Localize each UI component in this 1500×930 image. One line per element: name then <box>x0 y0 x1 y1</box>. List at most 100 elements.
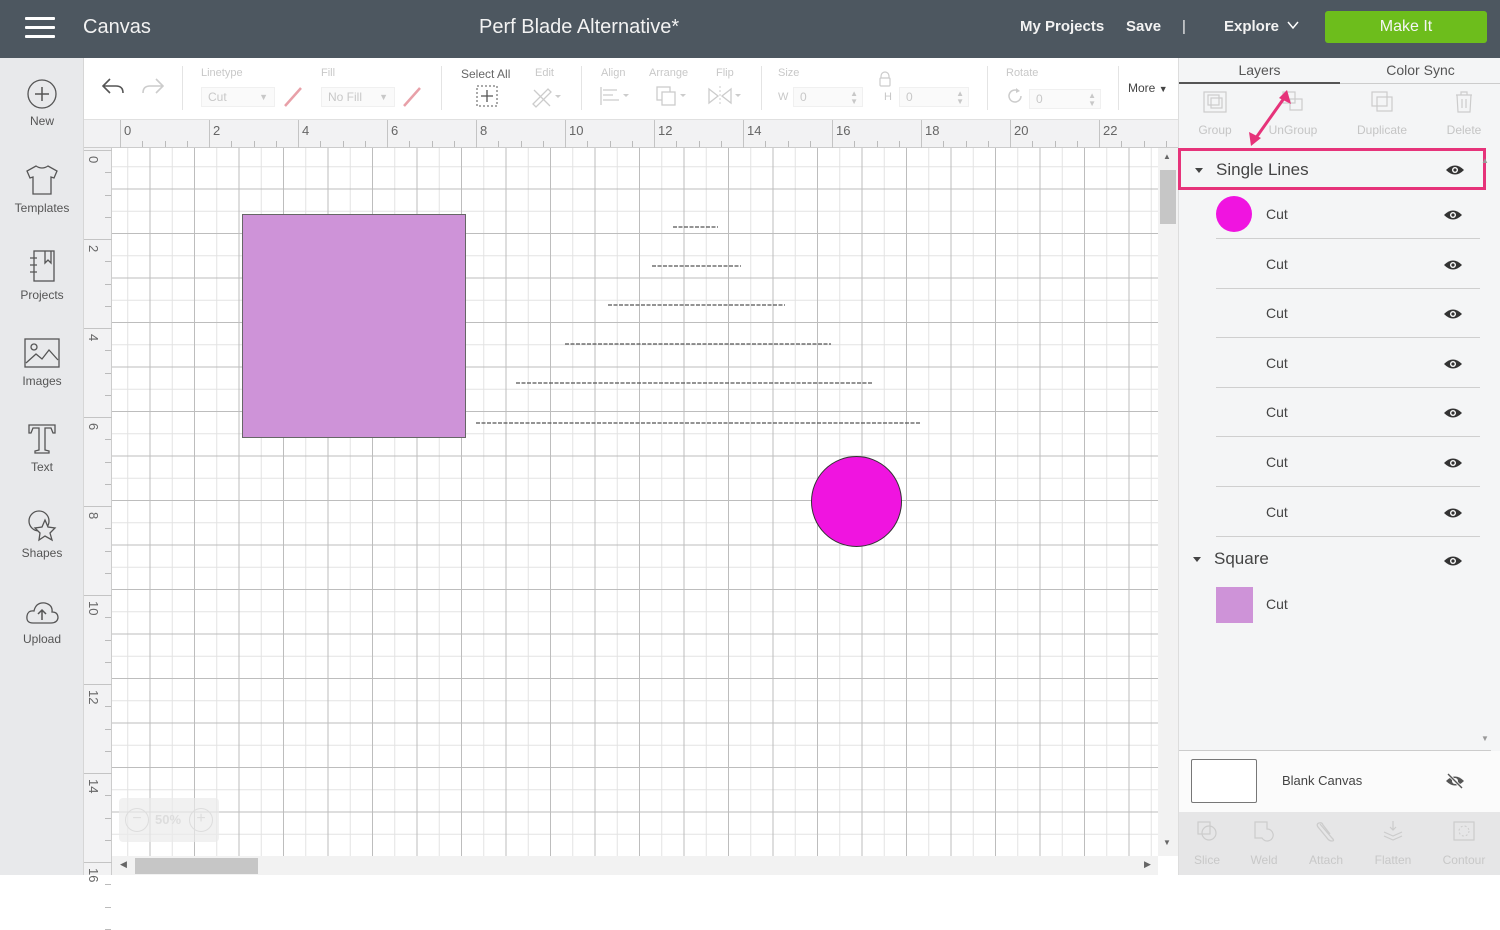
explore-dropdown[interactable]: Explore <box>1224 18 1279 35</box>
eye-icon[interactable] <box>1445 164 1465 176</box>
panel-scroll-down-icon[interactable]: ▼ <box>1481 734 1489 743</box>
eye-icon[interactable] <box>1443 209 1463 221</box>
stepper-icon[interactable]: ▲ ▼ <box>850 90 858 106</box>
sidebar-item-shapes[interactable]: Shapes <box>0 508 84 560</box>
ruler-minor-tick <box>105 706 111 708</box>
my-projects-link[interactable]: My Projects <box>1020 18 1104 35</box>
slice-button[interactable]: Slice <box>1177 820 1237 867</box>
eye-icon[interactable] <box>1443 358 1463 370</box>
width-label: W <box>778 91 789 103</box>
tab-layers[interactable]: Layers <box>1179 58 1340 84</box>
collapse-caret-icon[interactable] <box>1193 557 1201 562</box>
layer-label: Cut <box>1266 596 1288 612</box>
linetype-color-swatch[interactable] <box>282 85 304 109</box>
layer-group-square[interactable]: Square <box>1179 540 1487 580</box>
select-all-label: Select All <box>461 67 511 81</box>
ruler-minor-tick <box>105 528 111 530</box>
ruler-tick <box>209 120 210 148</box>
group-button[interactable]: Group <box>1185 90 1245 137</box>
layer-row[interactable]: Cut <box>1216 240 1480 289</box>
scroll-right-icon[interactable]: ▶ <box>1144 859 1151 870</box>
attach-button[interactable]: Attach <box>1296 820 1356 867</box>
eye-icon[interactable] <box>1443 555 1463 567</box>
rotate-input[interactable]: 0 ▲ ▼ <box>1029 89 1101 109</box>
canvas-swatch[interactable] <box>1191 759 1257 803</box>
eye-icon[interactable] <box>1443 457 1463 469</box>
width-value: 0 <box>800 90 807 104</box>
stepper-icon[interactable]: ▲ ▼ <box>1088 92 1096 108</box>
collapse-caret-icon[interactable] <box>1195 168 1203 173</box>
select-all-icon[interactable] <box>475 84 499 108</box>
horizontal-scrollbar[interactable]: ◀ ▶ <box>112 856 1158 875</box>
zoom-out-button[interactable]: − <box>125 808 149 832</box>
save-link[interactable]: Save <box>1126 18 1161 35</box>
horizontal-scroll-thumb[interactable] <box>135 858 258 874</box>
redo-icon[interactable] <box>140 76 166 98</box>
fill-value: No Fill <box>328 90 363 104</box>
stepper-icon[interactable]: ▲ ▼ <box>956 90 964 106</box>
vertical-scroll-thumb[interactable] <box>1160 170 1176 224</box>
layer-swatch-circle <box>1216 196 1252 232</box>
layer-row[interactable]: Cut <box>1216 488 1480 537</box>
panel-scroll-up-icon[interactable]: ▲ <box>1481 156 1489 165</box>
width-input[interactable]: 0 ▲ ▼ <box>793 87 863 107</box>
contour-button[interactable]: Contour <box>1434 820 1494 867</box>
undo-icon[interactable] <box>100 76 126 98</box>
duplicate-button[interactable]: Duplicate <box>1352 90 1412 137</box>
delete-button[interactable]: Delete <box>1434 90 1494 137</box>
layer-row[interactable]: Cut <box>1216 388 1480 438</box>
zoom-in-button[interactable]: + <box>189 808 213 832</box>
layer-group-single-lines[interactable]: Single Lines <box>1178 148 1486 190</box>
ruler-label: 10 <box>86 601 101 616</box>
weld-button[interactable]: Weld <box>1234 820 1294 867</box>
flip-label: Flip <box>716 67 734 79</box>
align-icon[interactable] <box>599 86 631 106</box>
ruler-minor-tick <box>105 216 111 218</box>
scroll-up-icon[interactable]: ▲ <box>1163 152 1171 161</box>
more-dropdown[interactable]: More ▼ <box>1128 81 1168 95</box>
lock-icon[interactable] <box>878 71 892 87</box>
layers-panel: Layers Color Sync Group UnGroup Duplicat… <box>1178 58 1500 875</box>
eye-icon[interactable] <box>1443 407 1463 419</box>
eye-hidden-icon[interactable] <box>1445 773 1465 789</box>
height-input[interactable]: 0 ▲ ▼ <box>899 87 969 107</box>
layer-row[interactable]: Cut <box>1216 580 1480 629</box>
linetype-select[interactable]: Cut ▼ <box>201 87 275 107</box>
vertical-scrollbar[interactable]: ▲ ▼ <box>1158 148 1178 856</box>
fill-color-swatch[interactable] <box>401 85 423 109</box>
ruler-label: 20 <box>1014 123 1029 138</box>
ruler-minor-tick <box>105 639 111 641</box>
ruler-minor-tick <box>787 141 789 147</box>
eye-icon[interactable] <box>1443 259 1463 271</box>
flatten-button[interactable]: Flatten <box>1363 820 1423 867</box>
fill-select[interactable]: No Fill ▼ <box>321 87 395 107</box>
edit-pencil-ruler-icon[interactable] <box>530 84 562 108</box>
arrange-icon[interactable] <box>655 85 689 107</box>
blank-canvas-row[interactable]: Blank Canvas <box>1179 751 1500 812</box>
design-canvas[interactable]: − 50% + <box>112 148 1158 856</box>
height-value: 0 <box>906 90 913 104</box>
flip-icon[interactable] <box>707 85 743 107</box>
hamburger-menu-icon[interactable] <box>25 17 55 39</box>
sidebar-item-projects[interactable]: Projects <box>0 248 84 302</box>
sidebar-item-upload[interactable]: Upload <box>0 598 84 646</box>
sidebar-item-images[interactable]: Images <box>0 336 84 388</box>
scroll-left-icon[interactable]: ◀ <box>120 859 127 870</box>
ruler-minor-tick <box>105 172 111 174</box>
layer-row[interactable]: Cut <box>1216 438 1480 487</box>
tab-color-sync[interactable]: Color Sync <box>1340 58 1500 84</box>
chevron-down-icon[interactable] <box>1287 19 1299 31</box>
eye-icon[interactable] <box>1443 507 1463 519</box>
ruler-tick <box>84 773 112 774</box>
make-it-button[interactable]: Make It <box>1325 11 1487 43</box>
sidebar-item-templates[interactable]: Templates <box>0 163 84 215</box>
layer-row[interactable]: Cut <box>1216 289 1480 339</box>
sidebar-item-new[interactable]: New <box>0 78 84 128</box>
layer-row[interactable]: Cut <box>1216 339 1480 388</box>
ruler-tick <box>120 120 121 148</box>
eye-icon[interactable] <box>1443 308 1463 320</box>
sidebar-item-text[interactable]: Text <box>0 422 84 474</box>
scroll-down-icon[interactable]: ▼ <box>1163 838 1171 847</box>
weld-icon <box>1254 821 1274 842</box>
layer-row[interactable]: Cut <box>1216 190 1480 239</box>
